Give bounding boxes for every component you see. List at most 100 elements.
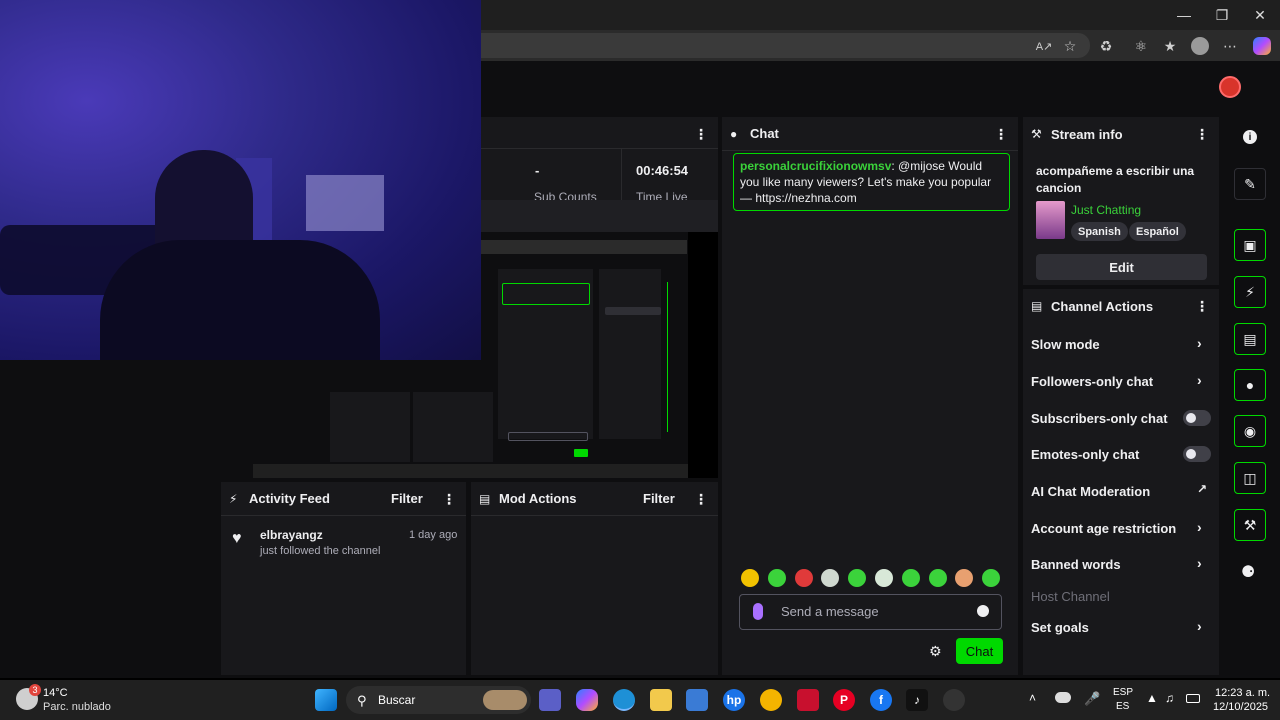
tiktok-icon[interactable]: ♪ (906, 689, 928, 711)
language-bottom[interactable]: ES (1116, 701, 1129, 712)
followers-only-item[interactable]: Followers-only chat (1031, 374, 1153, 389)
favorite-star-icon[interactable]: ☆ (1059, 35, 1081, 57)
minimize-icon[interactable]: — (1166, 4, 1202, 26)
obs-icon[interactable] (943, 689, 965, 711)
kebab-icon[interactable]: ⋮ (1195, 298, 1209, 315)
chrome-icon[interactable] (760, 689, 782, 711)
layout-icon[interactable]: ◫ (1234, 462, 1266, 494)
copilot-icon[interactable] (1251, 35, 1273, 57)
emote-icon[interactable] (768, 569, 786, 587)
stats-panel: ⋮ (481, 117, 718, 200)
banned-words-item[interactable]: Banned words (1031, 557, 1121, 572)
emote-icon[interactable] (929, 569, 947, 587)
chat-send-button[interactable]: Chat (956, 638, 1003, 664)
profile-icon[interactable] (1189, 35, 1211, 57)
emote-icon[interactable] (902, 569, 920, 587)
wrench-icon[interactable]: ⚒ (1234, 509, 1266, 541)
set-goals-item[interactable]: Set goals (1031, 620, 1089, 635)
extensions-icon[interactable]: ⚈ (1241, 562, 1255, 582)
emote-icon[interactable] (795, 569, 813, 587)
clock-time[interactable]: 12:23 a. m. (1215, 687, 1270, 699)
document-icon: ▤ (1031, 299, 1043, 313)
facebook-icon[interactable]: f (870, 689, 892, 711)
extensions-icon[interactable]: ♻ (1095, 35, 1117, 57)
chevron-right-icon[interactable]: › (1197, 335, 1202, 351)
notes-icon[interactable]: ▤ (1234, 323, 1266, 355)
category-box-art[interactable] (1036, 201, 1065, 239)
activity-filter-button[interactable]: Filter (391, 491, 423, 506)
kebab-icon[interactable]: ⋮ (694, 126, 708, 143)
chevron-right-icon[interactable]: › (1197, 555, 1202, 571)
slow-mode-item[interactable]: Slow mode (1031, 337, 1100, 352)
kebab-icon[interactable]: ⋮ (1195, 126, 1209, 143)
activity-user[interactable]: elbrayangz (260, 528, 323, 542)
lightning-icon[interactable]: ⚡ (1234, 276, 1266, 308)
air-conditioner (306, 175, 384, 231)
info-icon[interactable]: i (1243, 130, 1257, 144)
onedrive-icon[interactable] (1055, 692, 1071, 703)
teams-icon[interactable] (539, 689, 561, 711)
store-icon[interactable] (686, 689, 708, 711)
microphone-tray-icon[interactable]: 🎤 (1084, 691, 1100, 707)
pencil-icon[interactable]: ✎ (1234, 168, 1266, 200)
chat-username[interactable]: personalcrucifixionowmsv (740, 159, 891, 173)
emotes-only-toggle[interactable] (1183, 446, 1211, 462)
emotes-only-item: Emotes-only chat (1031, 447, 1140, 462)
emote-icon[interactable] (982, 569, 1000, 587)
mcafee-icon[interactable] (797, 689, 819, 711)
favorites-icon[interactable]: ★ (1159, 35, 1181, 57)
external-link-icon[interactable]: ↗ (1197, 482, 1207, 496)
wifi-icon[interactable]: ▲ (1146, 691, 1158, 705)
chevron-right-icon[interactable]: › (1197, 519, 1202, 535)
emote-icon[interactable] (821, 569, 839, 587)
microphone-icon[interactable] (753, 603, 763, 620)
file-explorer-icon[interactable] (650, 689, 672, 711)
chat-header: ● Chat (722, 117, 1018, 151)
clip-icon[interactable]: ▣ (1234, 229, 1266, 261)
close-icon[interactable]: ✕ (1242, 4, 1278, 26)
chevron-right-icon[interactable]: › (1197, 372, 1202, 388)
language-top[interactable]: ESP (1113, 687, 1133, 698)
account-age-item[interactable]: Account age restriction (1031, 521, 1176, 536)
subscribers-only-toggle[interactable] (1183, 410, 1211, 426)
emote-icon[interactable] (741, 569, 759, 587)
edit-stream-info-button[interactable]: Edit (1036, 254, 1207, 280)
mod-filter-button[interactable]: Filter (643, 491, 675, 506)
chevron-up-icon[interactable]: ˄ (1029, 691, 1036, 705)
channel-actions-title: Channel Actions (1051, 298, 1154, 314)
chat-message[interactable]: personalcrucifixionowmsv: @mijose Would … (733, 153, 1010, 211)
gear-icon[interactable]: ⚙ (929, 643, 942, 660)
ai-chat-moderation-item[interactable]: AI Chat Moderation (1031, 484, 1150, 499)
battery-icon[interactable] (1186, 694, 1200, 703)
kebab-icon[interactable]: ⋮ (694, 491, 708, 508)
emote-icon[interactable] (848, 569, 866, 587)
category-link[interactable]: Just Chatting (1071, 203, 1141, 217)
kebab-icon[interactable]: ⋮ (994, 126, 1008, 143)
search-highlight-image (483, 690, 527, 710)
windows-start-icon[interactable] (315, 689, 337, 711)
pinterest-icon[interactable]: P (833, 689, 855, 711)
maximize-icon[interactable]: ❐ (1204, 4, 1240, 26)
hp-icon[interactable]: hp (723, 689, 745, 711)
emote-picker-icon[interactable] (977, 605, 989, 617)
mod-actions-title: Mod Actions (499, 491, 577, 506)
copilot-app-icon[interactable] (576, 689, 598, 711)
tag-spanish[interactable]: Spanish (1071, 222, 1128, 241)
tag-espanol[interactable]: Español (1129, 222, 1186, 241)
activity-feed-title: Activity Feed (249, 491, 330, 506)
browser-essentials-icon[interactable]: ⚛ (1130, 35, 1152, 57)
volume-icon[interactable]: ♫ (1165, 691, 1174, 705)
user-avatar[interactable] (1219, 76, 1241, 98)
broadcast-icon[interactable]: ◉ (1234, 415, 1266, 447)
chat-title: Chat (750, 126, 779, 141)
more-options-icon[interactable]: ⋯ (1219, 35, 1241, 57)
edge-icon[interactable] (613, 689, 635, 711)
read-aloud-icon[interactable]: A↗ (1033, 35, 1055, 57)
address-bar[interactable] (481, 33, 1090, 58)
chevron-right-icon[interactable]: › (1197, 618, 1202, 634)
emote-icon[interactable] (955, 569, 973, 587)
kebab-icon[interactable]: ⋮ (442, 491, 456, 508)
emote-icon[interactable] (875, 569, 893, 587)
clock-date[interactable]: 12/10/2025 (1213, 701, 1268, 713)
chat-bubble-icon[interactable]: ● (1234, 369, 1266, 401)
